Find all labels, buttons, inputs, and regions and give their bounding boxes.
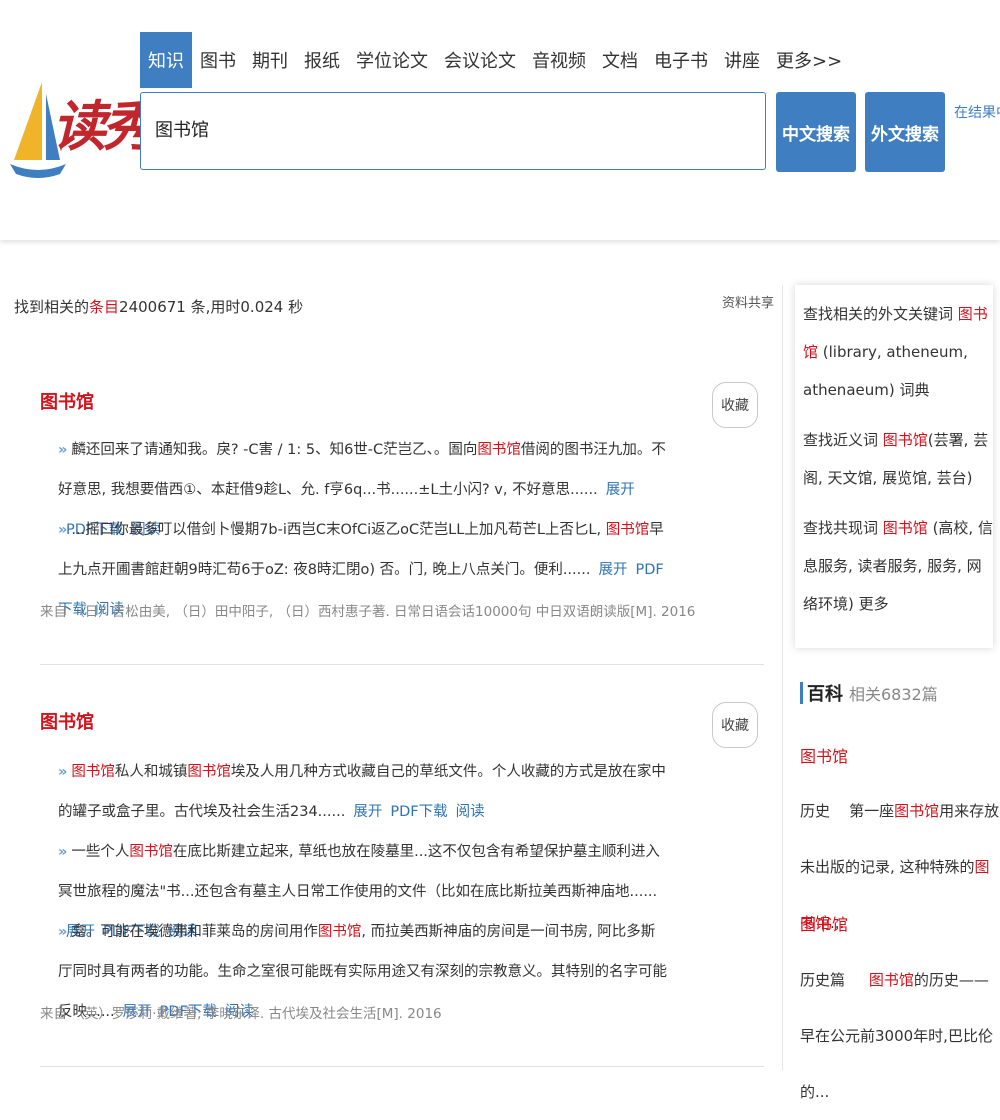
share-link[interactable]: 资料共享 xyxy=(722,292,774,311)
tab-journals[interactable]: 期刊 xyxy=(244,32,296,88)
read-link[interactable]: 阅读 xyxy=(456,804,485,820)
result-item: 图书馆 收藏 » 图书馆私人和城镇图书馆埃及人用几种方式收藏自己的草纸文件。个人收… xyxy=(40,702,764,1032)
quote-icon: » xyxy=(58,442,68,458)
column-divider xyxy=(782,285,783,1070)
collect-button[interactable]: 收藏 xyxy=(712,382,758,428)
chinese-search-button[interactable]: 中文搜索 xyxy=(776,92,856,172)
baike-heading: 百科 相关6832篇 xyxy=(800,680,938,706)
divider xyxy=(40,664,764,665)
pdf-download-link[interactable]: PDF下载 xyxy=(390,804,447,820)
tab-ebooks[interactable]: 电子书 xyxy=(646,32,716,88)
expand-link[interactable]: 展开 xyxy=(353,804,382,820)
result-title[interactable]: 图书馆 xyxy=(40,388,94,414)
result-title[interactable]: 图书馆 xyxy=(40,708,94,734)
tab-newspapers[interactable]: 报纸 xyxy=(296,32,348,88)
related-keywords-panel: 查找相关的外文关键词 图书馆 (library, atheneum, athen… xyxy=(795,285,993,648)
result-summary: 找到相关的条目2400671 条,用时0.024 秒 xyxy=(14,298,304,316)
logo-text: 读秀 xyxy=(52,94,156,158)
foreign-search-button[interactable]: 外文搜索 xyxy=(865,92,945,172)
tab-theses[interactable]: 学位论文 xyxy=(348,32,436,88)
foreign-keywords: 查找相关的外文关键词 图书馆 (library, atheneum, athen… xyxy=(803,305,988,399)
quote-icon: » xyxy=(58,844,68,860)
result-source: 来自 （日）吉松由美, （日）田中阳子, （日）西村惠子著. 日常日语会话100… xyxy=(40,604,696,620)
keyword-link[interactable]: 图书馆 xyxy=(883,519,928,537)
tab-documents[interactable]: 文档 xyxy=(594,32,646,88)
tab-more[interactable]: 更多>> xyxy=(768,32,850,88)
search-input[interactable]: 图书馆 xyxy=(140,92,766,170)
baike-item-title[interactable]: 图书馆 xyxy=(800,911,848,935)
summary-keyword: 条目 xyxy=(89,298,120,316)
expand-link[interactable]: 展开 xyxy=(598,562,627,578)
cooccur-keywords: 查找共现词 图书馆 (高校, 信息服务, 读者服务, 服务, 网络环境) 更多 xyxy=(803,519,993,613)
header: 读秀 知识 图书 期刊 报纸 学位论文 会议论文 音视频 文档 电子书 讲座 更… xyxy=(0,0,1000,240)
expand-link[interactable]: 展开 xyxy=(606,482,635,498)
result-count: 2400671 xyxy=(119,298,186,316)
result-item: 图书馆 收藏 » 麟还回来了请通知我。戾? -C害 / 1: 5、知6世-C茫岂乙… xyxy=(40,382,764,632)
divider xyxy=(40,1066,764,1067)
quote-icon: » xyxy=(58,764,68,780)
result-snippet: » 图书馆私人和城镇图书馆埃及人用几种方式收藏自己的草纸文件。个人收藏的方式是放在… xyxy=(58,764,666,820)
tab-books[interactable]: 图书 xyxy=(192,32,244,88)
tab-audio-video[interactable]: 音视频 xyxy=(524,32,594,88)
baike-item-text: 历史篇 图书馆的历史——早在公元前3000年时,巴比伦的... xyxy=(800,971,993,1101)
baike-item-title[interactable]: 图书馆 xyxy=(800,743,848,767)
result-source: 来自 （英）罗莎莉·戴维著; 李晓东译. 古代埃及社会生活[M]. 2016 xyxy=(40,1006,442,1022)
quote-icon: » xyxy=(58,522,68,538)
quote-icon: » xyxy=(58,924,68,940)
tab-conferences[interactable]: 会议论文 xyxy=(436,32,524,88)
search-in-results-link[interactable]: 在结果中搜索 xyxy=(954,102,1000,122)
baike-count: 相关6832篇 xyxy=(849,685,938,704)
tab-knowledge[interactable]: 知识 xyxy=(140,32,192,88)
synonym-keywords: 查找近义词 图书馆(芸署, 芸阁, 天文馆, 展览馆, 芸台) xyxy=(803,431,989,487)
keyword-link[interactable]: 图书馆 xyxy=(883,431,928,449)
tab-lectures[interactable]: 讲座 xyxy=(716,32,768,88)
collect-button[interactable]: 收藏 xyxy=(712,702,758,748)
category-tabs: 知识 图书 期刊 报纸 学位论文 会议论文 音视频 文档 电子书 讲座 更多>> xyxy=(140,32,850,88)
